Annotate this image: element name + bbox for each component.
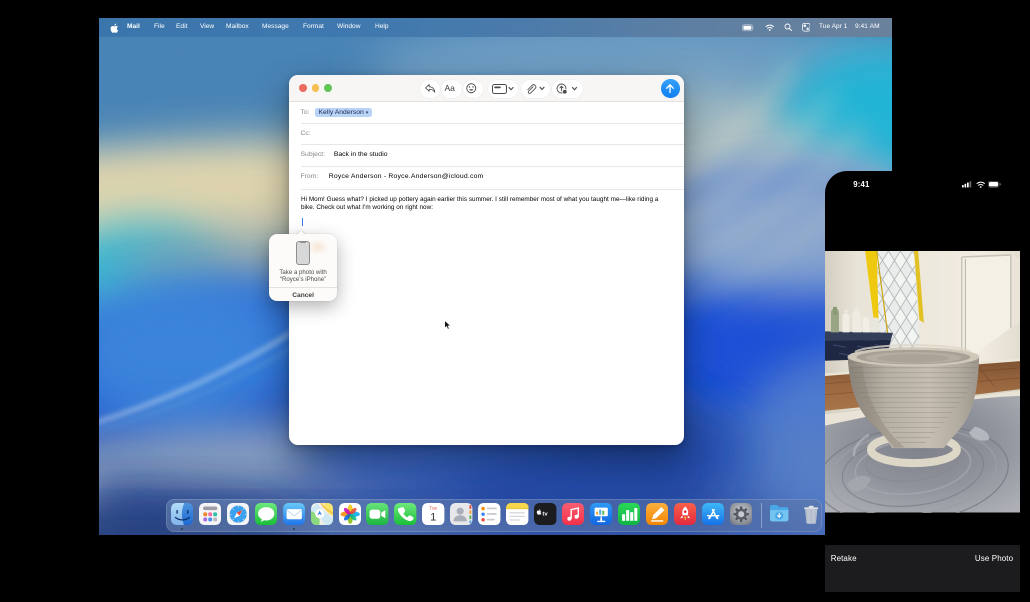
- svg-text:Tue: Tue: [430, 505, 438, 510]
- svg-text:1: 1: [430, 511, 436, 523]
- svg-text:tv: tv: [543, 511, 549, 517]
